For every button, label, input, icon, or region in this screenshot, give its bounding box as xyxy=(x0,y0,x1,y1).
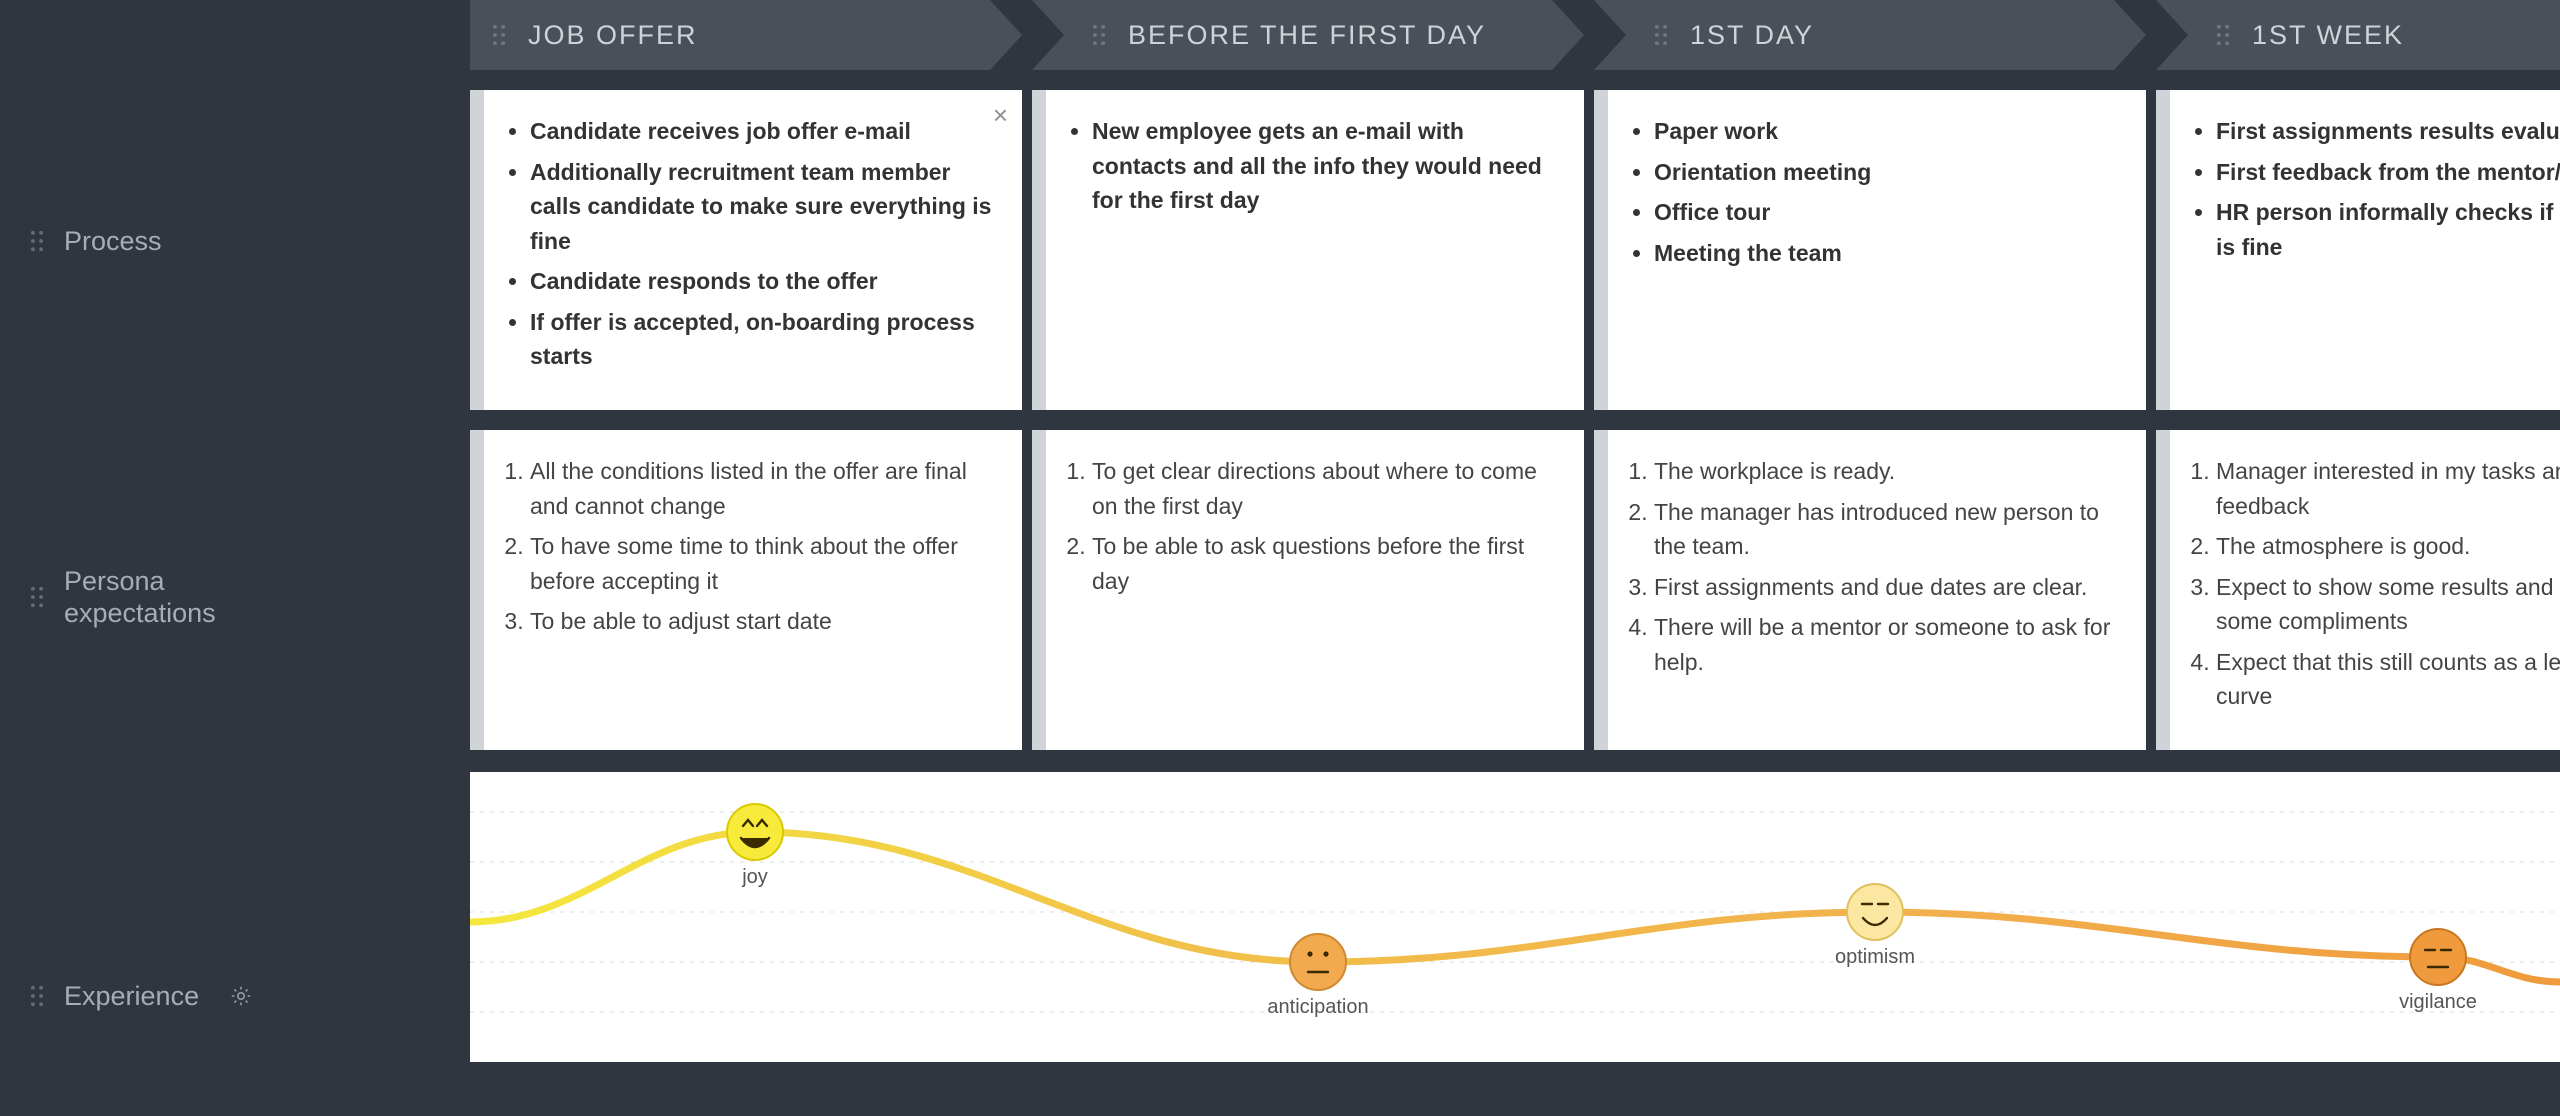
sidebar-label-experience: Experience xyxy=(64,980,199,1012)
drag-handle-icon[interactable] xyxy=(30,230,44,252)
drag-handle-icon[interactable] xyxy=(30,985,44,1007)
sidebar-row-persona-expectations[interactable]: Persona expectations xyxy=(30,565,216,630)
card-drag-handle[interactable] xyxy=(470,430,484,750)
process-row: Candidate receives job offer e-mail Addit… xyxy=(470,90,2560,410)
gear-icon[interactable] xyxy=(229,984,253,1008)
list-item: To get clear directions about where to c… xyxy=(1092,454,1556,523)
list-item: Candidate responds to the offer xyxy=(530,264,994,299)
list-item: To have some time to think about the off… xyxy=(530,529,994,598)
list-item: New employee gets an e-mail with contact… xyxy=(1092,114,1556,218)
process-card-before-first-day[interactable]: New employee gets an e-mail with contact… xyxy=(1032,90,1584,410)
sidebar-label-process: Process xyxy=(64,225,162,257)
card-drag-handle[interactable] xyxy=(1032,430,1046,750)
experience-point-anticipation[interactable] xyxy=(1290,934,1346,990)
phase-before-first-day[interactable]: BEFORE THE FIRST DAY xyxy=(1032,0,1584,70)
expectations-card-before-first-day[interactable]: To get clear directions about where to c… xyxy=(1032,430,1584,750)
list-item: Additionally recruitment team member cal… xyxy=(530,155,994,259)
phase-label: 1ST DAY xyxy=(1690,20,1814,51)
journey-map: JOB OFFER BEFORE THE FIRST DAY xyxy=(470,0,2560,1116)
drag-handle-icon[interactable] xyxy=(492,24,506,46)
list-item: To be able to adjust start date xyxy=(530,604,994,639)
phase-header-row: JOB OFFER BEFORE THE FIRST DAY xyxy=(470,0,2560,70)
process-card-job-offer[interactable]: Candidate receives job offer e-mail Addit… xyxy=(470,90,1022,410)
drag-handle-icon[interactable] xyxy=(1654,24,1668,46)
expectations-row: All the conditions listed in the offer a… xyxy=(470,430,2560,750)
process-card-first-day[interactable]: Paper work Orientation meeting Office tour… xyxy=(1594,90,2146,410)
expectations-card-first-day[interactable]: The workplace is ready. The manager has i… xyxy=(1594,430,2146,750)
card-drag-handle[interactable] xyxy=(2156,430,2170,750)
experience-point-label: optimism xyxy=(1835,946,1915,969)
phase-label: 1ST WEEK xyxy=(2252,20,2404,51)
list-item: The workplace is ready. xyxy=(1654,454,2118,489)
experience-chart[interactable]: joy anticipation optimism vigilance xyxy=(470,772,2560,1062)
card-drag-handle[interactable] xyxy=(1594,90,1608,410)
list-item: There will be a mentor or someone to ask… xyxy=(1654,610,2118,679)
drag-handle-icon[interactable] xyxy=(30,586,44,608)
list-item: HR person informally checks if everythin… xyxy=(2216,195,2560,264)
list-item: Meeting the team xyxy=(1654,236,2118,271)
sidebar-row-experience[interactable]: Experience xyxy=(30,980,253,1012)
list-item: If offer is accepted, on-boarding proces… xyxy=(530,305,994,374)
list-item: Expect that this still counts as a learn… xyxy=(2216,645,2560,714)
experience-point-label: vigilance xyxy=(2399,991,2477,1014)
card-drag-handle[interactable] xyxy=(1594,430,1608,750)
experience-point-optimism[interactable] xyxy=(1847,884,1903,940)
card-drag-handle[interactable] xyxy=(2156,90,2170,410)
list-item: Paper work xyxy=(1654,114,2118,149)
phase-job-offer[interactable]: JOB OFFER xyxy=(470,0,1022,70)
list-item: Candidate receives job offer e-mail xyxy=(530,114,994,149)
list-item: First assignments and due dates are clea… xyxy=(1654,570,2118,605)
phase-first-week[interactable]: 1ST WEEK xyxy=(2156,0,2560,70)
experience-point-vigilance[interactable] xyxy=(2410,929,2466,985)
list-item: The manager has introduced new person to… xyxy=(1654,495,2118,564)
process-card-first-week[interactable]: First assignments results evaluation Firs… xyxy=(2156,90,2560,410)
list-item: First feedback from the mentor/superviso… xyxy=(2216,155,2560,190)
experience-point-joy[interactable] xyxy=(727,804,783,860)
phase-label: BEFORE THE FIRST DAY xyxy=(1128,20,1486,51)
sidebar: Process Persona expectations Experience xyxy=(0,0,470,1116)
drag-handle-icon[interactable] xyxy=(2216,24,2230,46)
list-item: Manager interested in my tasks and provi… xyxy=(2216,454,2560,523)
list-item: Orientation meeting xyxy=(1654,155,2118,190)
expectations-card-first-week[interactable]: Manager interested in my tasks and provi… xyxy=(2156,430,2560,750)
phase-first-day[interactable]: 1ST DAY xyxy=(1594,0,2146,70)
drag-handle-icon[interactable] xyxy=(1092,24,1106,46)
card-drag-handle[interactable] xyxy=(1032,90,1046,410)
list-item: All the conditions listed in the offer a… xyxy=(530,454,994,523)
list-item: The atmosphere is good. xyxy=(2216,529,2560,564)
phase-label: JOB OFFER xyxy=(528,20,698,51)
list-item: Expect to show some results and receive … xyxy=(2216,570,2560,639)
card-drag-handle[interactable] xyxy=(470,90,484,410)
list-item: To be able to ask questions before the f… xyxy=(1092,529,1556,598)
sidebar-row-process[interactable]: Process xyxy=(30,225,162,257)
expectations-card-job-offer[interactable]: All the conditions listed in the offer a… xyxy=(470,430,1022,750)
sidebar-label-persona-expectations: Persona expectations xyxy=(64,565,216,630)
experience-point-label: anticipation xyxy=(1267,996,1368,1019)
list-item: First assignments results evaluation xyxy=(2216,114,2560,149)
list-item: Office tour xyxy=(1654,195,2118,230)
close-icon[interactable]: × xyxy=(993,100,1008,131)
experience-point-label: joy xyxy=(742,866,768,889)
